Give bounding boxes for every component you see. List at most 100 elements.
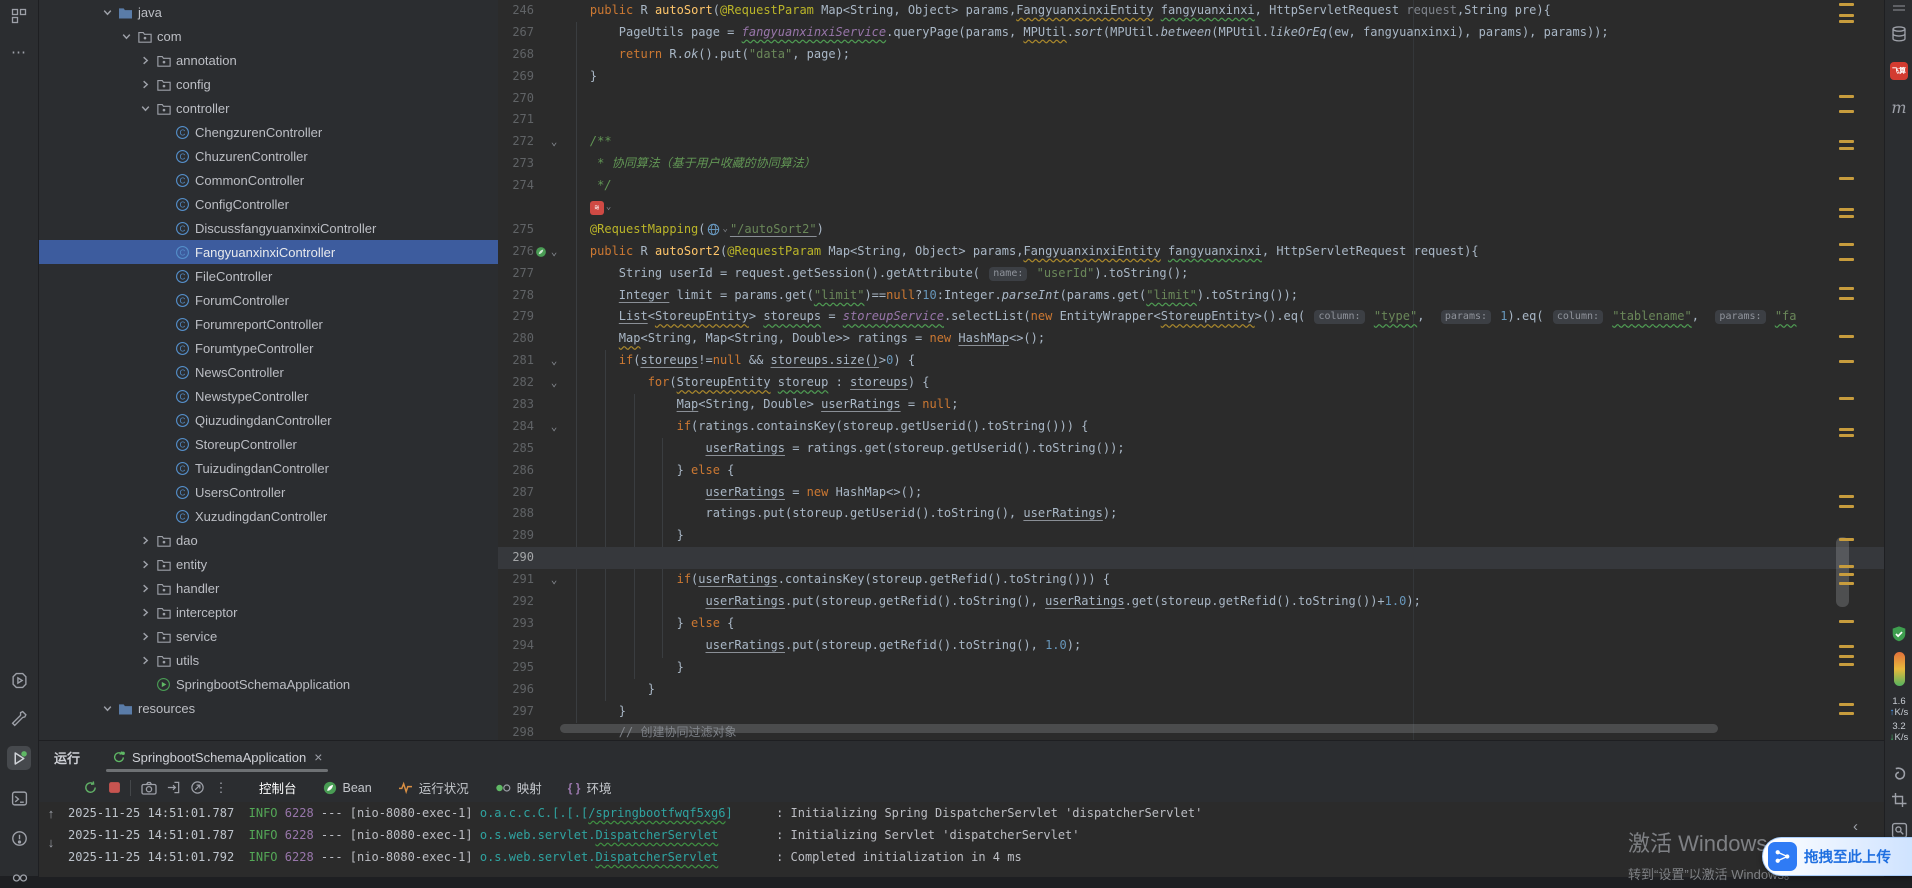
tree-item-interceptor[interactable]: interceptor bbox=[39, 600, 498, 624]
console-output[interactable]: ↑ ↓ 2025-11-25 14:51:01.787 INFO 6228 --… bbox=[39, 802, 1884, 877]
editor-error-stripe[interactable] bbox=[1834, 0, 1858, 740]
run-config-tab[interactable]: SpringbootSchemaApplication × bbox=[102, 741, 332, 773]
code-line-290[interactable]: 290 bbox=[498, 547, 1884, 569]
tree-item-XuzudingdanController[interactable]: CXuzudingdanController bbox=[39, 504, 498, 528]
services-icon[interactable] bbox=[7, 668, 31, 692]
up-arrow-icon[interactable]: ↑ bbox=[48, 806, 55, 821]
warning-stripe-mark[interactable] bbox=[1839, 703, 1854, 706]
code-line-294[interactable]: 294 userRatings.put(storeup.getRefid().t… bbox=[498, 635, 1884, 657]
code-editor[interactable]: 246 public R autoSort(@RequestParam Map<… bbox=[498, 0, 1884, 740]
console-tab-运行状况[interactable]: 运行状况 bbox=[385, 773, 482, 802]
warning-stripe-mark[interactable] bbox=[1839, 287, 1854, 290]
warning-stripe-mark[interactable] bbox=[1839, 620, 1854, 623]
tree-item-ChengzurenController[interactable]: CChengzurenController bbox=[39, 120, 498, 144]
tree-item-dao[interactable]: dao bbox=[39, 528, 498, 552]
code-line-281[interactable]: 281⌄ if(storeups!=null && storeups.size(… bbox=[498, 350, 1884, 372]
notifications-icon[interactable] bbox=[1888, 4, 1910, 12]
tree-item-CommonController[interactable]: CCommonController bbox=[39, 168, 498, 192]
console-tab-映射[interactable]: 映射 bbox=[482, 773, 555, 802]
warning-stripe-mark[interactable] bbox=[1839, 360, 1854, 363]
chevron-down-icon[interactable] bbox=[137, 100, 154, 116]
warning-stripe-mark[interactable] bbox=[1839, 208, 1854, 211]
code-line-296[interactable]: 296 } bbox=[498, 679, 1884, 701]
chevron-right-icon[interactable] bbox=[137, 76, 154, 92]
editor-horizontal-scrollbar[interactable] bbox=[560, 724, 1718, 733]
code-line-246[interactable]: 246 public R autoSort(@RequestParam Map<… bbox=[498, 0, 1884, 22]
warning-stripe-mark[interactable] bbox=[1839, 434, 1854, 437]
warning-stripe-mark[interactable] bbox=[1839, 140, 1854, 143]
tree-item-config[interactable]: config bbox=[39, 72, 498, 96]
maven-icon[interactable]: m bbox=[1888, 98, 1910, 117]
run-icon[interactable] bbox=[7, 746, 31, 770]
code-line-280[interactable]: 280 Map<String, Map<String, Double>> rat… bbox=[498, 328, 1884, 350]
tree-item-FangyuanxinxiController[interactable]: CFangyuanxinxiController bbox=[39, 240, 498, 264]
warning-stripe-mark[interactable] bbox=[1839, 215, 1854, 218]
tree-item-handler[interactable]: handler bbox=[39, 576, 498, 600]
commit-partial-icon[interactable] bbox=[7, 864, 31, 888]
code-line-273[interactable]: 273 * 协同算法（基于用户收藏的协同算法） bbox=[498, 153, 1884, 175]
code-line-287[interactable]: 287 userRatings = new HashMap<>(); bbox=[498, 482, 1884, 504]
tree-item-service[interactable]: service bbox=[39, 624, 498, 648]
code-line-267[interactable]: 267 PageUtils page = fangyuanxinxiServic… bbox=[498, 22, 1884, 44]
tree-item-StoreupController[interactable]: CStoreupController bbox=[39, 432, 498, 456]
code-line-272[interactable]: 272⌄ /** bbox=[498, 131, 1884, 153]
chevron-right-icon[interactable] bbox=[137, 652, 154, 668]
chevron-right-icon[interactable] bbox=[137, 52, 154, 68]
warning-stripe-mark[interactable] bbox=[1839, 243, 1854, 246]
fold-chevron-icon[interactable]: ⌄ bbox=[547, 416, 561, 438]
collapse-left-icon[interactable]: ‹ bbox=[1853, 818, 1858, 835]
tree-item-resources[interactable]: resources bbox=[39, 696, 498, 720]
warning-stripe-mark[interactable] bbox=[1839, 95, 1854, 98]
code-line-295[interactable]: 295 } bbox=[498, 657, 1884, 679]
warning-stripe-mark[interactable] bbox=[1839, 397, 1854, 400]
rerun-icon[interactable] bbox=[79, 778, 101, 798]
tree-item-ForumController[interactable]: CForumController bbox=[39, 288, 498, 312]
warning-stripe-mark[interactable] bbox=[1839, 110, 1854, 113]
warning-stripe-mark[interactable] bbox=[1839, 335, 1854, 338]
code-line-285[interactable]: 285 userRatings = ratings.get(storeup.ge… bbox=[498, 438, 1884, 460]
code-line-297[interactable]: 297 } bbox=[498, 701, 1884, 723]
tree-item-QiuzudingdanController[interactable]: CQiuzudingdanController bbox=[39, 408, 498, 432]
warning-stripe-mark[interactable] bbox=[1839, 505, 1854, 508]
console-tab-Bean[interactable]: Bean bbox=[310, 773, 385, 802]
warning-stripe-mark[interactable] bbox=[1839, 20, 1854, 23]
build-icon[interactable] bbox=[7, 706, 31, 730]
warning-stripe-mark[interactable] bbox=[1839, 495, 1854, 498]
chevron-right-icon[interactable] bbox=[137, 532, 154, 548]
chevron-down-icon[interactable] bbox=[99, 700, 116, 716]
warning-stripe-mark[interactable] bbox=[1839, 3, 1854, 6]
code-line-286[interactable]: 286 } else { bbox=[498, 460, 1884, 482]
warning-stripe-mark[interactable] bbox=[1839, 14, 1854, 17]
tree-item-controller[interactable]: controller bbox=[39, 96, 498, 120]
tree-item-ChuzurenController[interactable]: CChuzurenController bbox=[39, 144, 498, 168]
warning-stripe-mark[interactable] bbox=[1839, 712, 1854, 715]
code-line-274[interactable]: 274 */ bbox=[498, 175, 1884, 197]
code-line-268[interactable]: 268 return R.ok().put("data", page); bbox=[498, 44, 1884, 66]
console-tab-环境[interactable]: { }环境 bbox=[555, 773, 625, 802]
fold-chevron-icon[interactable]: ⌄ bbox=[547, 350, 561, 372]
warning-stripe-mark[interactable] bbox=[1839, 663, 1854, 666]
terminal-icon[interactable] bbox=[7, 786, 31, 810]
warning-stripe-mark[interactable] bbox=[1839, 538, 1854, 541]
down-arrow-icon[interactable]: ↓ bbox=[48, 835, 55, 850]
editor-vertical-scrollbar[interactable] bbox=[1836, 537, 1849, 607]
code-line-277[interactable]: 277 String userId = request.getSession()… bbox=[498, 263, 1884, 285]
fold-chevron-icon[interactable]: ⌄ bbox=[547, 241, 561, 263]
tree-item-utils[interactable]: utils bbox=[39, 648, 498, 672]
assistant-swirl-icon[interactable] bbox=[1888, 766, 1910, 783]
tree-item-SpringbootSchemaApplication[interactable]: SpringbootSchemaApplication bbox=[39, 672, 498, 696]
code-lines[interactable]: 246 public R autoSort(@RequestParam Map<… bbox=[498, 0, 1884, 740]
project-tree-panel[interactable]: javacomannotationconfigcontrollerCChengz… bbox=[39, 0, 499, 740]
code-line-279[interactable]: 279 List<StoreupEntity> storeups = store… bbox=[498, 306, 1884, 328]
more-vertical-icon[interactable]: ⋮ bbox=[210, 778, 232, 798]
tree-item-ConfigController[interactable]: CConfigController bbox=[39, 192, 498, 216]
tree-item-TuizudingdanController[interactable]: CTuizudingdanController bbox=[39, 456, 498, 480]
chevron-down-icon[interactable] bbox=[99, 4, 116, 20]
chevron-right-icon[interactable] bbox=[137, 604, 154, 620]
code-line-291[interactable]: 291⌄ if(userRatings.containsKey(storeup.… bbox=[498, 569, 1884, 591]
code-line-inlay[interactable]: ≋⌄ bbox=[498, 197, 1884, 219]
tree-item-entity[interactable]: entity bbox=[39, 552, 498, 576]
console-tab-控制台[interactable]: 控制台 bbox=[246, 773, 310, 802]
warning-stripe-mark[interactable] bbox=[1839, 147, 1854, 150]
camera-icon[interactable] bbox=[138, 778, 160, 798]
